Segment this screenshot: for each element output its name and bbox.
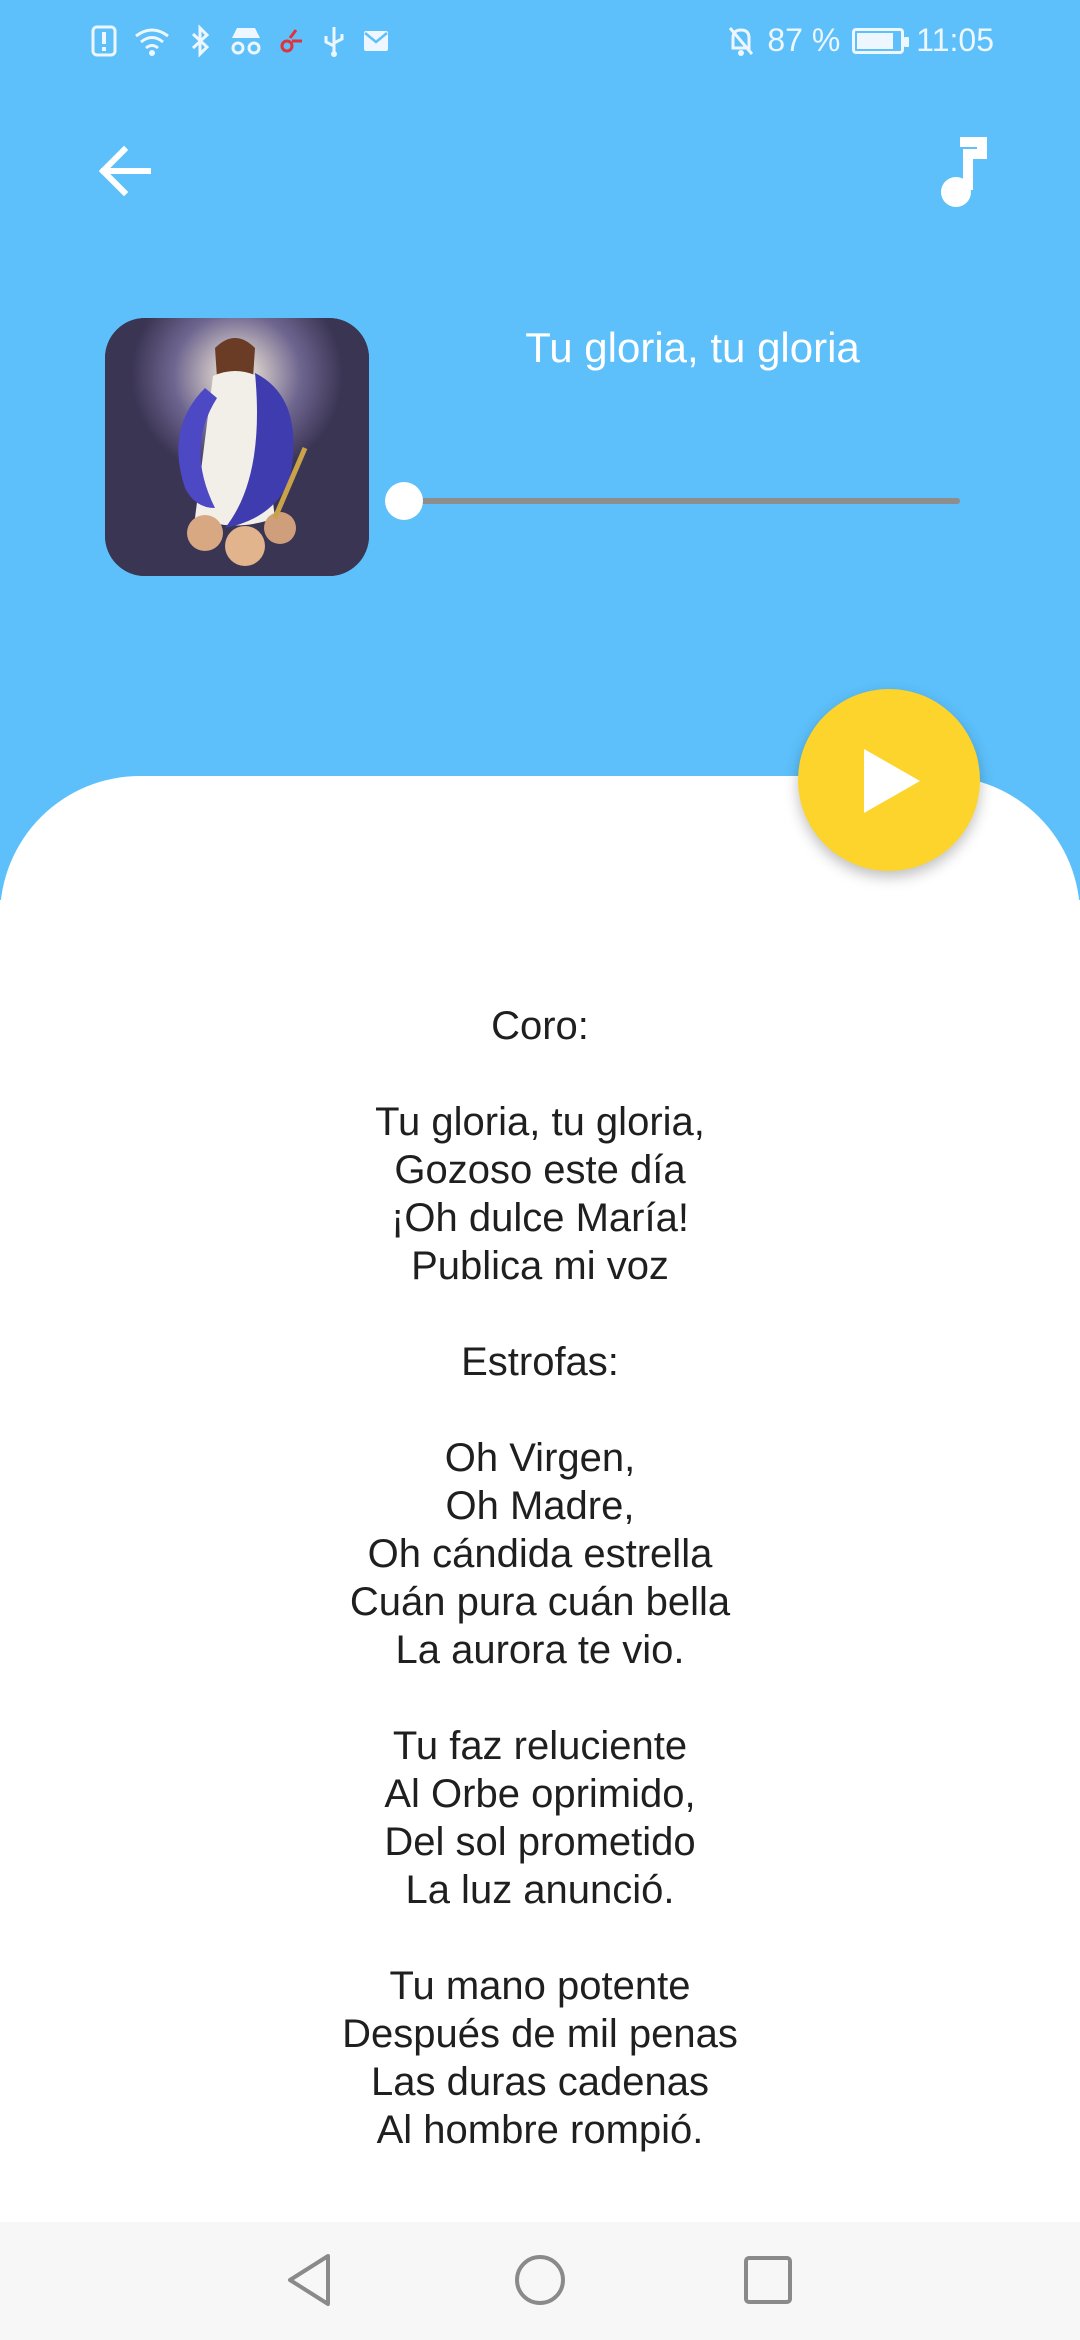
lyric-line: Al Orbe oprimido, <box>384 1772 696 1816</box>
cast-icon <box>280 29 302 53</box>
nav-back-icon[interactable] <box>282 2250 338 2310</box>
song-title: Tu gloria, tu gloria <box>525 324 860 371</box>
lyric-line: Tu faz reluciente <box>392 1724 688 1768</box>
bluetooth-icon <box>191 24 210 58</box>
lyrics-stanza: Coro: <box>0 1002 1080 1050</box>
seek-bar-thumb[interactable] <box>385 482 423 520</box>
lyric-line: Después de mil penas <box>342 2012 738 2056</box>
nav-recent-icon[interactable] <box>742 2254 794 2306</box>
lyric-line: Tu mano potente <box>389 1964 691 2008</box>
seek-bar-track[interactable] <box>404 498 960 504</box>
lyric-line: Estrofas: <box>461 1340 619 1384</box>
lyric-line: Gozoso este día <box>394 1148 686 1192</box>
music-note-icon[interactable] <box>922 132 992 212</box>
usb-icon <box>324 27 344 57</box>
lyrics-stanza: Tu mano potente Después de mil penas Las… <box>0 1962 1080 2154</box>
lyric-line: Tu gloria, tu gloria, <box>375 1100 705 1144</box>
lyrics-text: Coro: Tu gloria, tu gloria, Gozoso este … <box>0 1002 1080 2202</box>
wifi-icon <box>135 28 169 56</box>
arrow-left-icon[interactable] <box>92 136 162 206</box>
status-bar: 87 % 11:05 <box>0 0 1080 84</box>
battery-icon <box>852 27 910 54</box>
lyric-line: Oh Virgen, <box>444 1436 636 1480</box>
lyrics-stanza: Oh Virgen, Oh Madre, Oh cándida estrella… <box>0 1434 1080 1674</box>
play-button[interactable] <box>798 689 980 871</box>
lyric-line: Del sol prometido <box>384 1820 696 1864</box>
status-icons-right: 87 % 11:05 <box>727 22 994 59</box>
lyric-line: Coro: <box>491 1004 589 1048</box>
lyrics-stanza: Estrofas: <box>0 1338 1080 1386</box>
nav-home-icon[interactable] <box>512 2252 568 2308</box>
incognito-icon <box>231 28 261 55</box>
lyric-line: Cuán pura cuán bella <box>349 1580 731 1624</box>
lyric-line: Oh cándida estrella <box>367 1532 713 1576</box>
bell-off-icon <box>729 26 754 56</box>
lyric-line: ¡Oh dulce María! <box>391 1196 689 1240</box>
alert-icon <box>91 25 117 57</box>
lyric-line: Las duras cadenas <box>370 2060 709 2104</box>
lyrics-stanza: Tu faz reluciente Al Orbe oprimido, Del … <box>0 1722 1080 1914</box>
lyric-line: Publica mi voz <box>411 1244 669 1288</box>
album-art <box>105 318 369 576</box>
battery-percent: 87 % <box>767 22 841 58</box>
system-nav-bar <box>0 2222 1080 2340</box>
lyric-line: La luz anunció. <box>405 1868 675 1912</box>
lyric-line: La aurora te vio. <box>395 1628 685 1672</box>
lyric-line: Oh Madre, <box>445 1484 635 1528</box>
lyrics-stanza: Tu gloria, tu gloria, Gozoso este día ¡O… <box>0 1098 1080 1290</box>
lyric-line: Al hombre rompió. <box>376 2108 704 2152</box>
mail-icon <box>364 31 388 51</box>
status-time: 11:05 <box>916 22 994 58</box>
play-icon <box>864 749 920 813</box>
status-icons-left <box>90 24 390 58</box>
